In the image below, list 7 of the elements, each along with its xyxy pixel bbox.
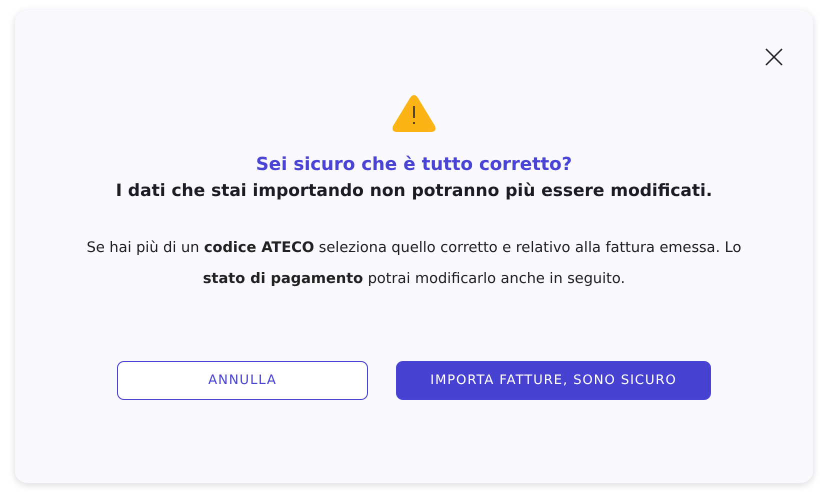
confirm-button[interactable]: IMPORTA FATTURE, SONO SICURO	[396, 361, 711, 400]
dialog-subtitle: I dati che stai importando non potranno più essere modificati.	[116, 181, 712, 201]
close-icon[interactable]	[763, 46, 785, 68]
warning-icon	[391, 94, 437, 134]
dialog-title: Sei sicuro che è tutto corretto?	[256, 154, 572, 175]
dialog-message: Se hai più di un codice ATECO seleziona quello corretto e relativo alla fattura emessa. Lo stato di pagamento potrai modificarlo anche in seguito.	[86, 239, 742, 289]
cancel-button[interactable]: ANNULLA	[117, 361, 368, 400]
